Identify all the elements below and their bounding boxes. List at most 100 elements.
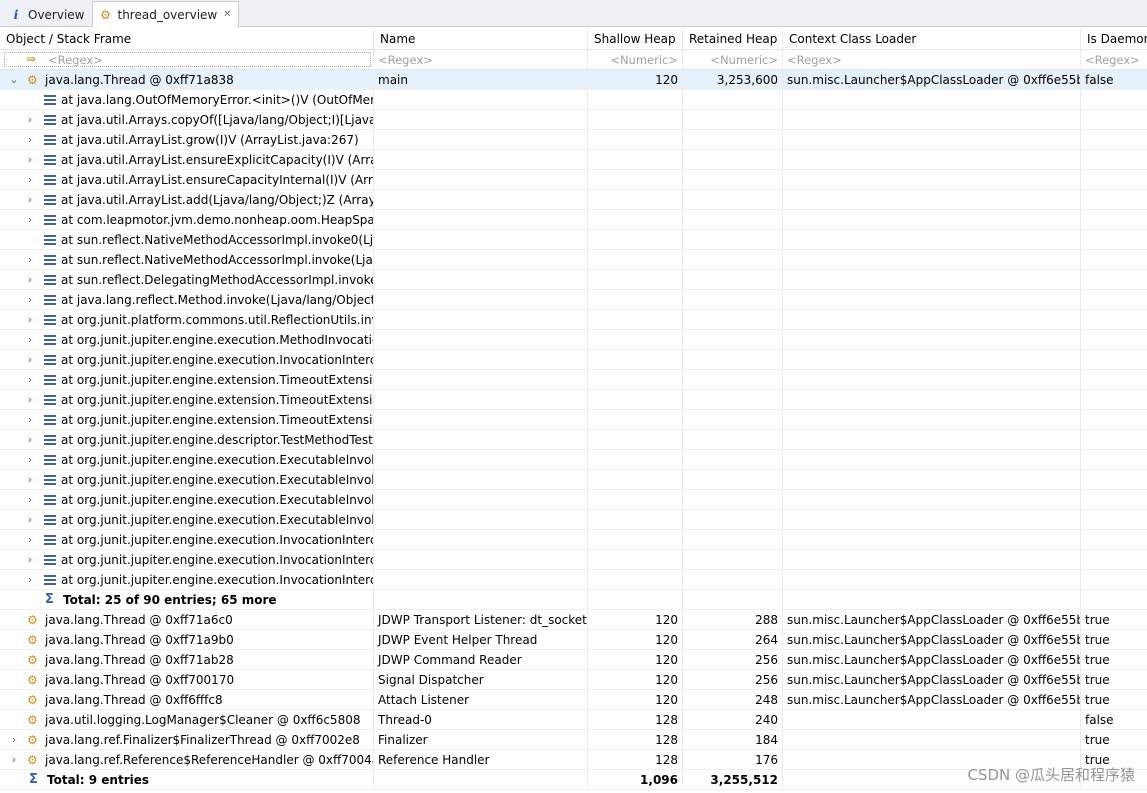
stack-frame-loader-empty <box>783 490 1081 509</box>
stack-frame-row[interactable]: at java.lang.OutOfMemoryError.<init>()V … <box>0 90 1147 110</box>
stack-frame-row[interactable]: › at java.lang.reflect.Method.invoke(Ljav… <box>0 290 1147 310</box>
stack-frame-name-empty <box>374 330 588 349</box>
column-header-shallow-heap[interactable]: Shallow Heap <box>588 28 683 49</box>
chevron-right-icon[interactable]: › <box>25 190 35 209</box>
stack-frame-row[interactable]: › at org.junit.jupiter.engine.execution.I… <box>0 550 1147 570</box>
stack-frame-row[interactable]: at sun.reflect.NativeMethodAccessorImpl.… <box>0 230 1147 250</box>
chevron-down-icon[interactable]: ⌄ <box>9 70 19 89</box>
thread-daemon: true <box>1085 633 1110 647</box>
chevron-right-icon[interactable]: › <box>25 250 35 269</box>
chevron-right-icon[interactable]: › <box>25 350 35 369</box>
chevron-right-icon[interactable]: › <box>25 450 35 469</box>
thread-retained: 184 <box>683 730 783 749</box>
stack-frame-row[interactable]: › at com.leapmotor.jvm.demo.nonheap.oom.H… <box>0 210 1147 230</box>
stack-frame-cell: › at org.junit.jupiter.engine.execution.E… <box>0 470 374 489</box>
stack-frame-retained-empty <box>683 410 783 429</box>
chevron-right-icon[interactable]: › <box>25 390 35 409</box>
stack-frame-row[interactable]: › at java.util.ArrayList.grow(I)V (ArrayL… <box>0 130 1147 150</box>
editor-tab-bar: i Overview ⚙ thread_overview ✕ <box>0 0 1147 27</box>
stack-frame-row[interactable]: › at org.junit.jupiter.engine.execution.E… <box>0 490 1147 510</box>
tab-thread-overview[interactable]: ⚙ thread_overview ✕ <box>91 1 239 27</box>
chevron-right-icon[interactable]: › <box>25 290 35 309</box>
table-row[interactable]: ⚙ java.lang.Thread @ 0xff700170 Signal Dis… <box>0 670 1147 690</box>
stack-frame-shallow-empty <box>588 390 683 409</box>
table-row-main-thread[interactable]: ⌄ ⚙ java.lang.Thread @ 0xff71a838 main 1… <box>0 70 1147 90</box>
close-icon[interactable]: ✕ <box>223 9 231 20</box>
stack-frame-row[interactable]: › at java.util.ArrayList.ensureCapacityIn… <box>0 170 1147 190</box>
chevron-right-icon[interactable]: › <box>9 750 19 769</box>
stack-frame-name-empty <box>374 270 588 289</box>
stack-frame-row[interactable]: › at org.junit.jupiter.engine.execution.I… <box>0 350 1147 370</box>
stack-frame-name-empty <box>374 250 588 269</box>
column-header-object[interactable]: Object / Stack Frame <box>0 28 374 49</box>
stack-frame-shallow-empty <box>588 270 683 289</box>
filter-context-class-loader[interactable]: <Regex> <box>783 50 1081 69</box>
stack-frame-row[interactable]: › at sun.reflect.NativeMethodAccessorImpl… <box>0 250 1147 270</box>
stack-frame-name-empty <box>374 90 588 109</box>
stack-frame-shallow-empty <box>588 410 683 429</box>
column-header-context-class-loader[interactable]: Context Class Loader <box>783 28 1081 49</box>
stack-frame-row[interactable]: › at org.junit.jupiter.engine.descriptor.… <box>0 430 1147 450</box>
chevron-right-icon[interactable]: › <box>25 490 35 509</box>
stack-frame-row[interactable]: › at org.junit.jupiter.engine.execution.E… <box>0 470 1147 490</box>
stack-frame-row[interactable]: › at org.junit.platform.commons.util.Refl… <box>0 310 1147 330</box>
column-header-name[interactable]: Name <box>374 28 588 49</box>
stack-frame-daemon-empty <box>1081 250 1147 269</box>
chevron-right-icon[interactable]: › <box>25 210 35 229</box>
filter-object[interactable]: ⇛ <Regex> <box>0 50 374 69</box>
chevron-right-icon[interactable]: › <box>25 170 35 189</box>
tab-overview[interactable]: i Overview <box>2 2 92 26</box>
stack-frame-row[interactable]: › at java.util.Arrays.copyOf([Ljava/lang/… <box>0 110 1147 130</box>
chevron-right-icon[interactable]: › <box>25 130 35 149</box>
stack-frame-row[interactable]: › at org.junit.jupiter.engine.execution.M… <box>0 330 1147 350</box>
stack-frame-cell: › at org.junit.jupiter.engine.execution.I… <box>0 570 374 589</box>
stack-frame-row[interactable]: › at org.junit.jupiter.engine.extension.T… <box>0 370 1147 390</box>
chevron-right-icon[interactable]: › <box>9 730 19 749</box>
table-row[interactable]: ⚙ java.lang.Thread @ 0xff6fffc8 Attach Lis… <box>0 690 1147 710</box>
chevron-right-icon[interactable]: › <box>25 330 35 349</box>
stack-frame-cell: › at org.junit.jupiter.engine.execution.I… <box>0 350 374 369</box>
chevron-right-icon[interactable]: › <box>25 470 35 489</box>
stack-frame-retained-empty <box>683 450 783 469</box>
chevron-right-icon[interactable]: › <box>25 410 35 429</box>
table-row[interactable]: ⚙ java.lang.Thread @ 0xff71a9b0 JDWP Event… <box>0 630 1147 650</box>
stack-frame-retained-empty <box>683 150 783 169</box>
total-label: Total: 9 entries <box>47 773 150 787</box>
chevron-right-icon[interactable]: › <box>25 530 35 549</box>
filter-is-daemon[interactable]: <Regex> <box>1081 50 1147 69</box>
chevron-right-icon[interactable]: › <box>25 310 35 329</box>
stack-frame-retained-empty <box>683 550 783 569</box>
column-header-retained-heap[interactable]: Retained Heap <box>683 28 783 49</box>
chevron-right-icon[interactable]: › <box>25 510 35 529</box>
frames-total-daemon-empty <box>1081 590 1147 609</box>
chevron-right-icon[interactable]: › <box>25 110 35 129</box>
chevron-right-icon[interactable]: › <box>25 270 35 289</box>
stack-frame-row[interactable]: › at org.junit.jupiter.engine.execution.E… <box>0 450 1147 470</box>
filter-retained-heap[interactable]: <Numeric> <box>683 50 783 69</box>
chevron-right-icon[interactable]: › <box>25 550 35 569</box>
chevron-right-icon[interactable]: › <box>25 430 35 449</box>
column-header-is-daemon[interactable]: Is Daemon <box>1081 28 1147 49</box>
stack-frame-row[interactable]: › at org.junit.jupiter.engine.extension.T… <box>0 410 1147 430</box>
stack-frame-row[interactable]: › at java.util.ArrayList.add(Ljava/lang/O… <box>0 190 1147 210</box>
stack-frame-row[interactable]: › at org.junit.jupiter.engine.execution.I… <box>0 570 1147 590</box>
chevron-right-icon[interactable]: › <box>25 370 35 389</box>
thread-name: JDWP Event Helper Thread <box>374 630 588 649</box>
stack-frame-row[interactable]: › at org.junit.jupiter.engine.extension.T… <box>0 390 1147 410</box>
table-row[interactable]: ⚙ java.lang.Thread @ 0xff71a6c0 JDWP Trans… <box>0 610 1147 630</box>
filter-shallow-heap[interactable]: <Numeric> <box>588 50 683 69</box>
stack-frame-row[interactable]: › at sun.reflect.DelegatingMethodAccessor… <box>0 270 1147 290</box>
chevron-right-icon[interactable]: › <box>25 570 35 589</box>
chevron-right-icon[interactable]: › <box>25 150 35 169</box>
frames-total-retained-empty <box>683 590 783 609</box>
table-row[interactable]: ⚙ java.lang.Thread @ 0xff71ab28 JDWP Comma… <box>0 650 1147 670</box>
stack-frame-row[interactable]: › at org.junit.jupiter.engine.execution.E… <box>0 510 1147 530</box>
stack-frame-row[interactable]: › at java.util.ArrayList.ensureExplicitCa… <box>0 150 1147 170</box>
stack-frame-row[interactable]: › at org.junit.jupiter.engine.execution.I… <box>0 530 1147 550</box>
frames-total-row[interactable]: Σ Total: 25 of 90 entries; 65 more <box>0 590 1147 610</box>
filter-name[interactable]: <Regex> <box>374 50 588 69</box>
table-row[interactable]: ⚙ java.util.logging.LogManager$Cleaner @ … <box>0 710 1147 730</box>
table-row[interactable]: › ⚙ java.lang.ref.Finalizer$FinalizerThrea… <box>0 730 1147 750</box>
thread-shallow: 128 <box>588 750 683 769</box>
thread-loader <box>783 730 1081 749</box>
